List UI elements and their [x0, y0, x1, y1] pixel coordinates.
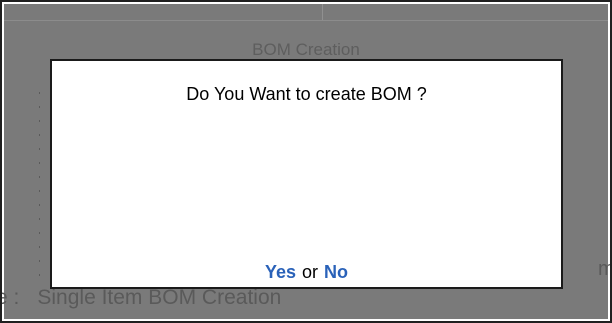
dialog-actions: Yes or No: [52, 262, 561, 283]
create-bom-dialog: Do You Want to create BOM ? Yes or No: [50, 59, 563, 289]
dialog-message: Do You Want to create BOM ?: [186, 84, 427, 104]
header-divider: [322, 4, 323, 20]
bom-mode-value: Single Item BOM Creation: [37, 286, 282, 309]
background-right-fragment: m: [598, 258, 610, 281]
yes-button[interactable]: Yes: [265, 262, 296, 282]
header-separator: [4, 20, 608, 21]
no-button[interactable]: No: [324, 262, 348, 282]
app-window: BOM Creation m e : Single Item BOM Creati…: [0, 0, 612, 323]
background-bottom-row: e : Single Item BOM Creation: [2, 286, 282, 310]
or-text: or: [302, 262, 319, 282]
bottom-row-separator: :: [13, 286, 20, 309]
background-screen-title: BOM Creation: [252, 40, 360, 59]
field-separator-dots: [39, 92, 40, 282]
bottom-row-label-fragment: e: [2, 286, 8, 309]
